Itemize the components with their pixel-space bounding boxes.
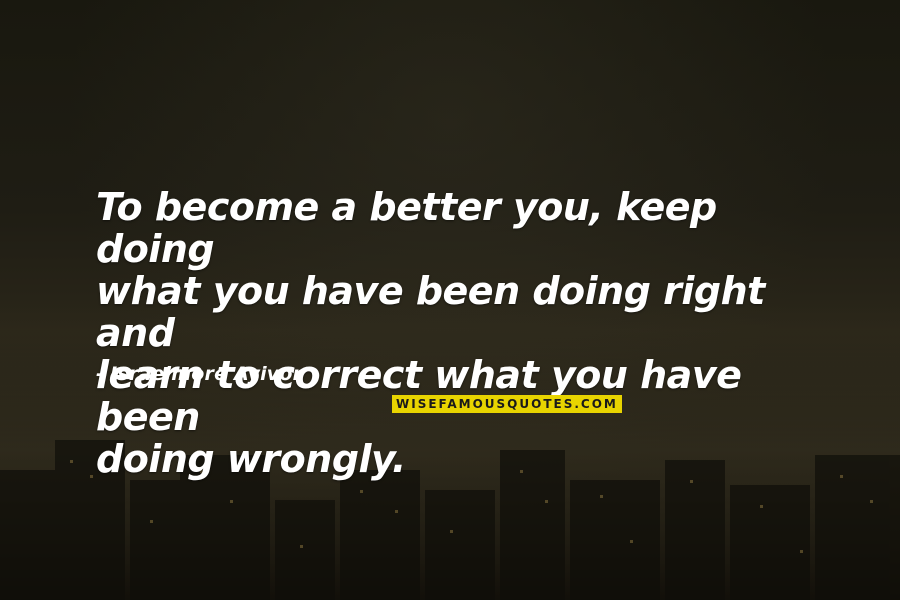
author-dash: - xyxy=(96,363,105,385)
quote-author: - Israelmore Ayivor xyxy=(96,362,302,386)
quote-text: To become a better you, keep doing what … xyxy=(96,185,765,481)
author-name: Israelmore Ayivor xyxy=(110,363,303,385)
quote-image: To become a better you, keep doing what … xyxy=(0,0,900,600)
brand-watermark: WISEFAMOUSQUOTES.COM xyxy=(392,395,622,413)
